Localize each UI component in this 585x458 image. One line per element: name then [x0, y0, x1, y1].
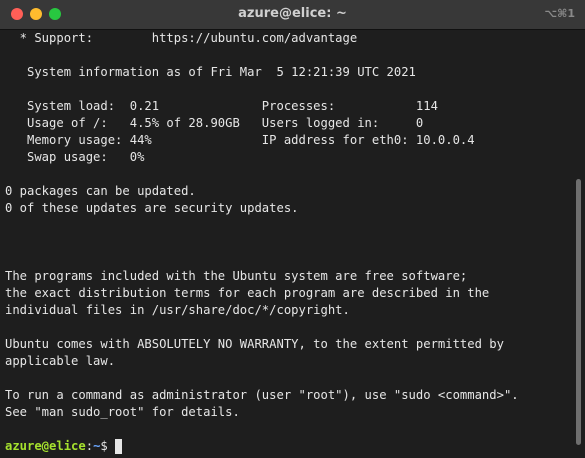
terminal-line: Memory usage: 44% IP address for eth0: 1… [5, 133, 475, 147]
terminal-line: See "man sudo_root" for details. [5, 405, 240, 419]
terminal-line: Ubuntu comes with ABSOLUTELY NO WARRANTY… [5, 337, 504, 351]
scrollbar-thumb[interactable] [576, 179, 581, 445]
prompt-symbol: $ [100, 439, 108, 453]
terminal-line: individual files in /usr/share/doc/*/cop… [5, 303, 350, 317]
terminal-line: The programs included with the Ubuntu sy… [5, 269, 468, 283]
terminal-window: azure@elice: ~ ⌥⌘1 * Support: https://ub… [0, 0, 585, 458]
window-title: azure@elice: ~ [238, 6, 347, 21]
shell-prompt[interactable]: azure@elice:~$ [5, 438, 571, 455]
title-bar[interactable]: azure@elice: ~ ⌥⌘1 [0, 0, 585, 30]
terminal-line: 0 of these updates are security updates. [5, 201, 299, 215]
terminal-line: applicable law. [5, 354, 116, 368]
terminal-line: 0 packages can be updated. [5, 184, 196, 198]
terminal-line: System information as of Fri Mar 5 12:21… [5, 65, 416, 79]
prompt-user-host: azure@elice [5, 439, 86, 453]
terminal-output[interactable]: * Support: https://ubuntu.com/advantage … [5, 30, 571, 458]
terminal-line: System load: 0.21 Processes: 114 [5, 99, 438, 113]
terminal-line: Swap usage: 0% [5, 150, 145, 164]
window-shortcut: ⌥⌘1 [544, 7, 575, 20]
terminal-line: * Support: https://ubuntu.com/advantage [5, 31, 358, 45]
text-cursor [114, 439, 122, 454]
terminal-line: the exact distribution terms for each pr… [5, 286, 490, 300]
terminal-line: Usage of /: 4.5% of 28.90GB Users logged… [5, 116, 424, 130]
terminal-line: To run a command as administrator (user … [5, 388, 519, 402]
prompt-separator: : [85, 439, 94, 453]
